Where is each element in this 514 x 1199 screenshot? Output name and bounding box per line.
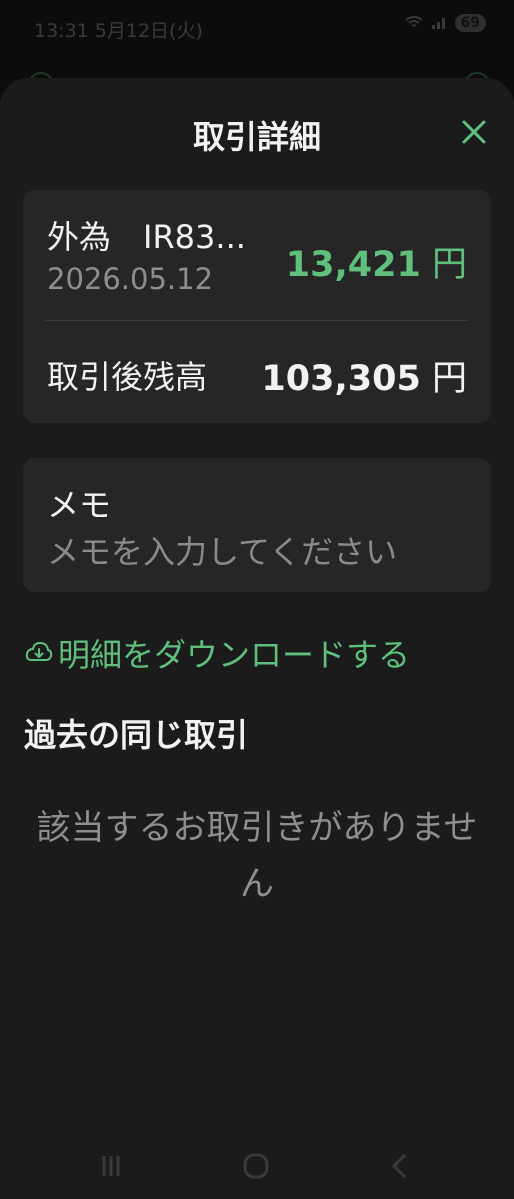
- past-transactions-title: 過去の同じ取引: [24, 716, 249, 754]
- balance-currency: 円: [431, 359, 467, 399]
- recents-icon: [102, 1156, 120, 1176]
- transaction-amount: 13,421 円: [286, 236, 467, 287]
- battery-indicator: 69: [454, 14, 486, 32]
- home-button[interactable]: [240, 1150, 272, 1182]
- system-navigation-bar: [0, 1132, 514, 1199]
- back-icon: [391, 1153, 407, 1179]
- memo-card: メモ: [23, 458, 491, 592]
- status-bar: 13:31 5月12日(火) 69: [0, 0, 514, 58]
- transaction-date: 2026.05.12: [47, 262, 214, 296]
- transaction-card: 外為 IR83... 2026.05.12 13,421 円 取引後残高 103…: [23, 190, 491, 423]
- download-statement-link[interactable]: 明細をダウンロードする: [24, 630, 410, 676]
- transaction-name: 外為 IR83...: [47, 218, 246, 256]
- balance-label: 取引後残高: [47, 358, 208, 396]
- sheet-title: 取引詳細: [192, 118, 321, 156]
- close-icon: [462, 120, 486, 144]
- close-button[interactable]: [458, 116, 490, 148]
- divider: [45, 320, 469, 321]
- home-icon: [243, 1153, 269, 1179]
- status-icons: 69: [404, 14, 486, 32]
- cloud-download-icon: [25, 641, 53, 661]
- balance-value: 103,305: [261, 359, 421, 399]
- wifi-icon: [404, 16, 423, 27]
- empty-state-message: 該当するお取引きがありません: [36, 808, 478, 904]
- back-button[interactable]: [384, 1150, 416, 1182]
- status-time: 13:31 5月12日(火): [34, 20, 203, 42]
- recents-button[interactable]: [96, 1150, 128, 1182]
- signal-icon: [431, 18, 445, 29]
- memo-label: メモ: [47, 486, 112, 524]
- memo-input[interactable]: [47, 530, 477, 574]
- amount-currency: 円: [431, 245, 467, 285]
- amount-value: 13,421: [285, 245, 421, 285]
- balance-amount: 103,305 円: [261, 350, 467, 401]
- download-label: 明細をダウンロードする: [58, 636, 411, 674]
